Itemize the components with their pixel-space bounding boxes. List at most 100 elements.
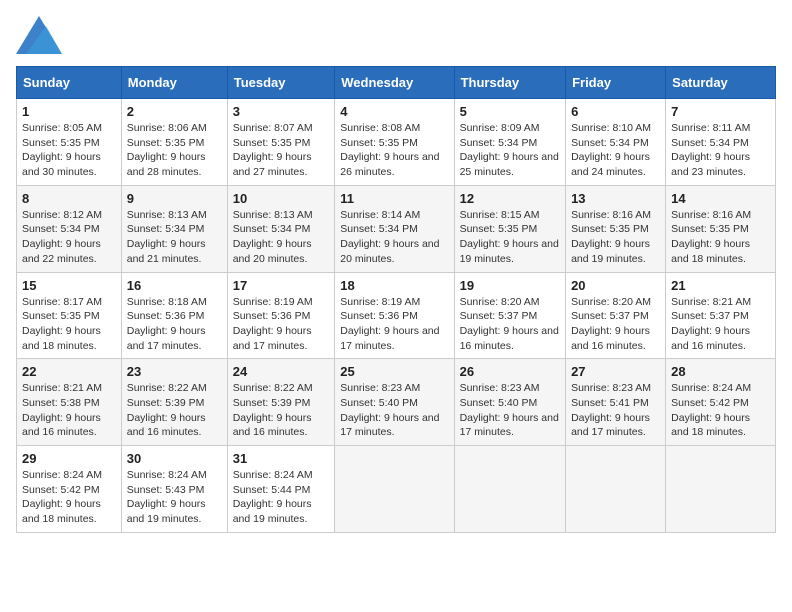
day-detail: Sunrise: 8:13 AMSunset: 5:34 PMDaylight:…	[233, 209, 313, 265]
logo	[16, 16, 66, 54]
day-number: 17	[233, 278, 330, 293]
day-detail: Sunrise: 8:09 AMSunset: 5:34 PMDaylight:…	[460, 122, 559, 178]
calendar-cell: 25 Sunrise: 8:23 AMSunset: 5:40 PMDaylig…	[335, 359, 454, 446]
day-number: 10	[233, 191, 330, 206]
day-number: 26	[460, 364, 560, 379]
day-detail: Sunrise: 8:12 AMSunset: 5:34 PMDaylight:…	[22, 209, 102, 265]
day-detail: Sunrise: 8:21 AMSunset: 5:37 PMDaylight:…	[671, 296, 751, 352]
day-number: 23	[127, 364, 222, 379]
day-detail: Sunrise: 8:05 AMSunset: 5:35 PMDaylight:…	[22, 122, 102, 178]
calendar-cell: 26 Sunrise: 8:23 AMSunset: 5:40 PMDaylig…	[454, 359, 565, 446]
day-number: 3	[233, 104, 330, 119]
day-number: 27	[571, 364, 660, 379]
day-detail: Sunrise: 8:24 AMSunset: 5:43 PMDaylight:…	[127, 469, 207, 525]
header-cell-saturday: Saturday	[666, 67, 776, 99]
day-detail: Sunrise: 8:20 AMSunset: 5:37 PMDaylight:…	[571, 296, 651, 352]
day-detail: Sunrise: 8:24 AMSunset: 5:42 PMDaylight:…	[22, 469, 102, 525]
day-number: 2	[127, 104, 222, 119]
day-number: 29	[22, 451, 116, 466]
calendar-cell	[454, 446, 565, 533]
day-detail: Sunrise: 8:06 AMSunset: 5:35 PMDaylight:…	[127, 122, 207, 178]
calendar-cell: 20 Sunrise: 8:20 AMSunset: 5:37 PMDaylig…	[566, 272, 666, 359]
day-detail: Sunrise: 8:18 AMSunset: 5:36 PMDaylight:…	[127, 296, 207, 352]
header-cell-sunday: Sunday	[17, 67, 122, 99]
calendar-cell: 22 Sunrise: 8:21 AMSunset: 5:38 PMDaylig…	[17, 359, 122, 446]
calendar-cell: 7 Sunrise: 8:11 AMSunset: 5:34 PMDayligh…	[666, 99, 776, 186]
day-number: 4	[340, 104, 448, 119]
calendar-cell	[335, 446, 454, 533]
calendar-cell: 19 Sunrise: 8:20 AMSunset: 5:37 PMDaylig…	[454, 272, 565, 359]
day-detail: Sunrise: 8:19 AMSunset: 5:36 PMDaylight:…	[233, 296, 313, 352]
day-detail: Sunrise: 8:23 AMSunset: 5:40 PMDaylight:…	[340, 382, 439, 438]
calendar-week-row: 8 Sunrise: 8:12 AMSunset: 5:34 PMDayligh…	[17, 185, 776, 272]
day-detail: Sunrise: 8:23 AMSunset: 5:41 PMDaylight:…	[571, 382, 651, 438]
day-number: 19	[460, 278, 560, 293]
calendar-cell	[566, 446, 666, 533]
day-number: 15	[22, 278, 116, 293]
header-cell-friday: Friday	[566, 67, 666, 99]
day-detail: Sunrise: 8:24 AMSunset: 5:42 PMDaylight:…	[671, 382, 751, 438]
day-number: 9	[127, 191, 222, 206]
calendar-cell: 11 Sunrise: 8:14 AMSunset: 5:34 PMDaylig…	[335, 185, 454, 272]
calendar-cell: 12 Sunrise: 8:15 AMSunset: 5:35 PMDaylig…	[454, 185, 565, 272]
calendar-cell: 13 Sunrise: 8:16 AMSunset: 5:35 PMDaylig…	[566, 185, 666, 272]
calendar-cell: 24 Sunrise: 8:22 AMSunset: 5:39 PMDaylig…	[227, 359, 335, 446]
calendar-cell: 5 Sunrise: 8:09 AMSunset: 5:34 PMDayligh…	[454, 99, 565, 186]
day-number: 7	[671, 104, 770, 119]
day-number: 5	[460, 104, 560, 119]
calendar-week-row: 22 Sunrise: 8:21 AMSunset: 5:38 PMDaylig…	[17, 359, 776, 446]
day-number: 25	[340, 364, 448, 379]
calendar-cell: 8 Sunrise: 8:12 AMSunset: 5:34 PMDayligh…	[17, 185, 122, 272]
calendar-cell: 15 Sunrise: 8:17 AMSunset: 5:35 PMDaylig…	[17, 272, 122, 359]
header-cell-wednesday: Wednesday	[335, 67, 454, 99]
day-detail: Sunrise: 8:23 AMSunset: 5:40 PMDaylight:…	[460, 382, 559, 438]
calendar-cell: 3 Sunrise: 8:07 AMSunset: 5:35 PMDayligh…	[227, 99, 335, 186]
day-number: 8	[22, 191, 116, 206]
day-detail: Sunrise: 8:08 AMSunset: 5:35 PMDaylight:…	[340, 122, 439, 178]
calendar-header-row: SundayMondayTuesdayWednesdayThursdayFrid…	[17, 67, 776, 99]
day-number: 20	[571, 278, 660, 293]
day-detail: Sunrise: 8:22 AMSunset: 5:39 PMDaylight:…	[127, 382, 207, 438]
calendar-cell: 27 Sunrise: 8:23 AMSunset: 5:41 PMDaylig…	[566, 359, 666, 446]
calendar-cell: 18 Sunrise: 8:19 AMSunset: 5:36 PMDaylig…	[335, 272, 454, 359]
calendar-cell	[666, 446, 776, 533]
day-number: 31	[233, 451, 330, 466]
calendar-cell: 29 Sunrise: 8:24 AMSunset: 5:42 PMDaylig…	[17, 446, 122, 533]
calendar-cell: 2 Sunrise: 8:06 AMSunset: 5:35 PMDayligh…	[121, 99, 227, 186]
header-cell-thursday: Thursday	[454, 67, 565, 99]
day-detail: Sunrise: 8:16 AMSunset: 5:35 PMDaylight:…	[671, 209, 751, 265]
day-detail: Sunrise: 8:21 AMSunset: 5:38 PMDaylight:…	[22, 382, 102, 438]
day-detail: Sunrise: 8:16 AMSunset: 5:35 PMDaylight:…	[571, 209, 651, 265]
calendar-cell: 10 Sunrise: 8:13 AMSunset: 5:34 PMDaylig…	[227, 185, 335, 272]
calendar-week-row: 1 Sunrise: 8:05 AMSunset: 5:35 PMDayligh…	[17, 99, 776, 186]
calendar-cell: 14 Sunrise: 8:16 AMSunset: 5:35 PMDaylig…	[666, 185, 776, 272]
calendar-cell: 6 Sunrise: 8:10 AMSunset: 5:34 PMDayligh…	[566, 99, 666, 186]
calendar-cell: 16 Sunrise: 8:18 AMSunset: 5:36 PMDaylig…	[121, 272, 227, 359]
day-detail: Sunrise: 8:14 AMSunset: 5:34 PMDaylight:…	[340, 209, 439, 265]
day-detail: Sunrise: 8:22 AMSunset: 5:39 PMDaylight:…	[233, 382, 313, 438]
day-number: 1	[22, 104, 116, 119]
day-detail: Sunrise: 8:10 AMSunset: 5:34 PMDaylight:…	[571, 122, 651, 178]
day-number: 13	[571, 191, 660, 206]
calendar-cell: 23 Sunrise: 8:22 AMSunset: 5:39 PMDaylig…	[121, 359, 227, 446]
day-number: 6	[571, 104, 660, 119]
logo-icon	[16, 16, 62, 54]
day-number: 24	[233, 364, 330, 379]
day-number: 30	[127, 451, 222, 466]
day-detail: Sunrise: 8:15 AMSunset: 5:35 PMDaylight:…	[460, 209, 559, 265]
calendar-cell: 9 Sunrise: 8:13 AMSunset: 5:34 PMDayligh…	[121, 185, 227, 272]
day-detail: Sunrise: 8:07 AMSunset: 5:35 PMDaylight:…	[233, 122, 313, 178]
calendar-week-row: 29 Sunrise: 8:24 AMSunset: 5:42 PMDaylig…	[17, 446, 776, 533]
calendar-cell: 21 Sunrise: 8:21 AMSunset: 5:37 PMDaylig…	[666, 272, 776, 359]
day-number: 12	[460, 191, 560, 206]
day-detail: Sunrise: 8:24 AMSunset: 5:44 PMDaylight:…	[233, 469, 313, 525]
calendar-cell: 4 Sunrise: 8:08 AMSunset: 5:35 PMDayligh…	[335, 99, 454, 186]
day-detail: Sunrise: 8:20 AMSunset: 5:37 PMDaylight:…	[460, 296, 559, 352]
header-cell-tuesday: Tuesday	[227, 67, 335, 99]
calendar-table: SundayMondayTuesdayWednesdayThursdayFrid…	[16, 66, 776, 533]
day-number: 22	[22, 364, 116, 379]
day-number: 16	[127, 278, 222, 293]
day-detail: Sunrise: 8:11 AMSunset: 5:34 PMDaylight:…	[671, 122, 750, 178]
day-number: 21	[671, 278, 770, 293]
calendar-cell: 1 Sunrise: 8:05 AMSunset: 5:35 PMDayligh…	[17, 99, 122, 186]
